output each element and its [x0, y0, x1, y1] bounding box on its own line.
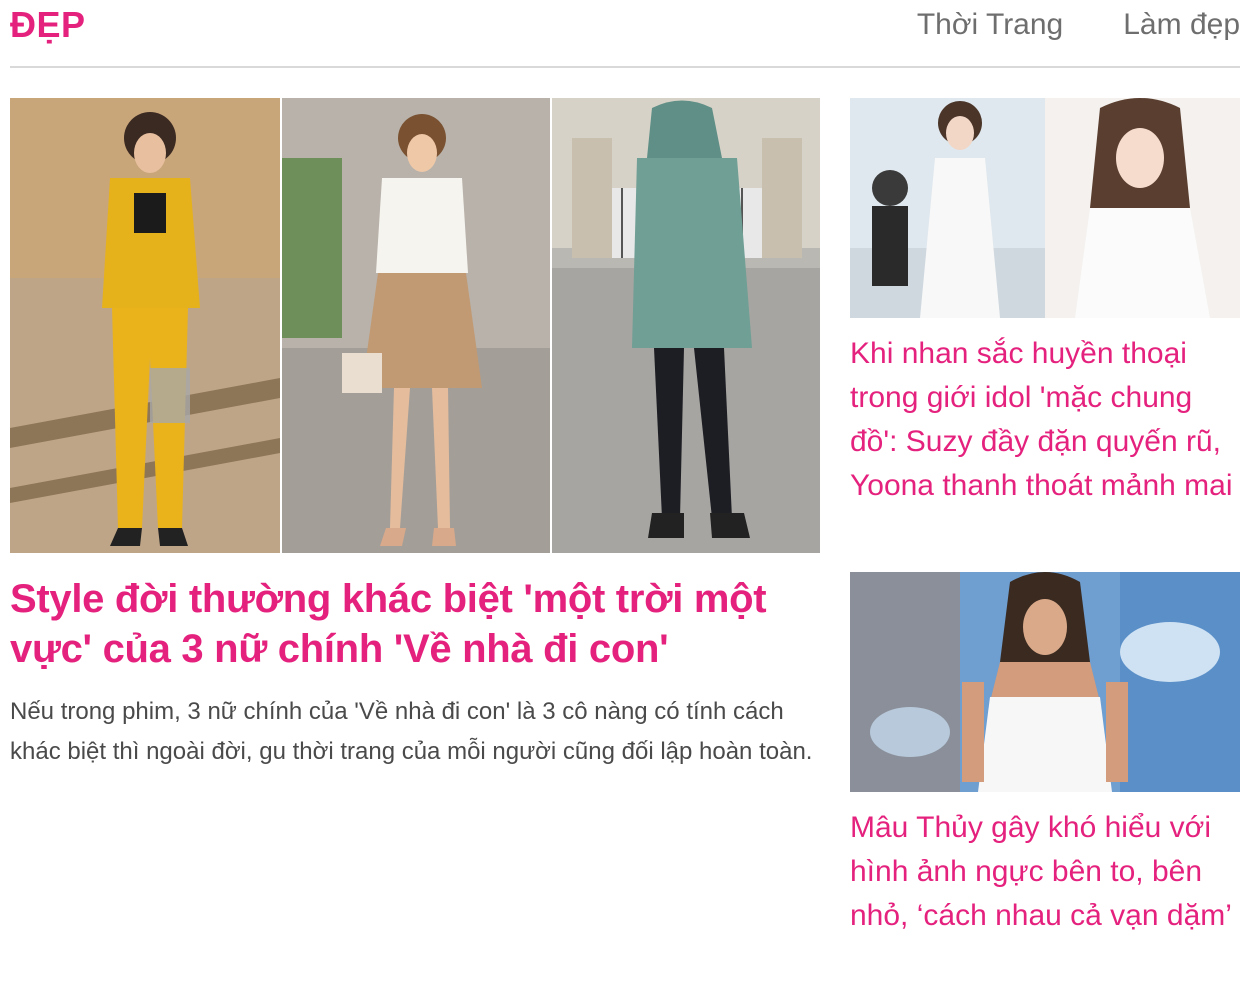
featured-article-image[interactable]: [10, 98, 820, 553]
featured-article-title[interactable]: Style đời thường khác biệt 'một trời một…: [10, 574, 820, 674]
nav-item-thoi-trang[interactable]: Thời Trang: [917, 8, 1063, 42]
nav-item-lam-dep[interactable]: Làm đẹp: [1123, 8, 1240, 42]
side-article-2-title[interactable]: Mâu Thủy gây khó hiểu với hình ảnh ngực …: [850, 806, 1240, 938]
featured-image-panel-yellow-suit: [10, 98, 280, 553]
main-nav: Thời Trang Làm đẹp: [917, 8, 1240, 42]
featured-image-panel-beige-skirt: [280, 98, 550, 553]
site-logo[interactable]: ĐẸP: [10, 4, 86, 46]
featured-image-panel-green-hoodie: [550, 98, 820, 553]
side-article-1-image[interactable]: [850, 98, 1240, 318]
side-article-2-image[interactable]: [850, 572, 1240, 792]
featured-article-description: Nếu trong phim, 3 nữ chính của 'Về nhà đ…: [10, 698, 813, 765]
site-header: ĐẸP Thời Trang Làm đẹp: [10, 0, 1240, 68]
side-article-1-title[interactable]: Khi nhan sắc huyền thoại trong giới idol…: [850, 332, 1240, 508]
